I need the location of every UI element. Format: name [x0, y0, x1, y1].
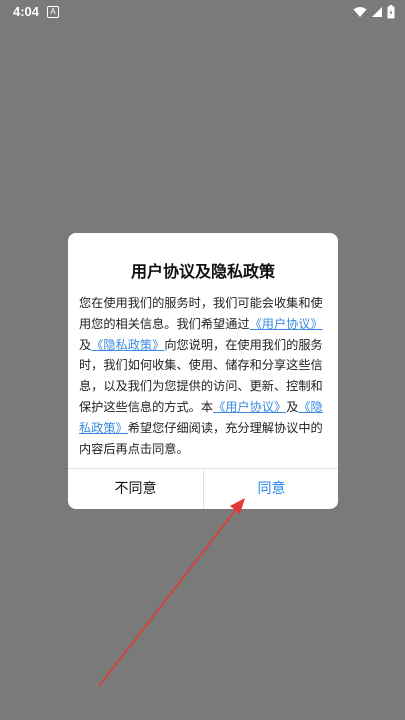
privacy-dialog: 用户协议及隐私政策 您在使用我们的服务时，我们可能会收集和使用您的相关信息。我们… — [68, 233, 338, 509]
dialog-body: 您在使用我们的服务时，我们可能会收集和使用您的相关信息。我们希望通过《用户协议》… — [79, 293, 327, 459]
agree-button[interactable]: 同意 — [204, 469, 338, 509]
body-text: 及 — [79, 337, 92, 352]
wifi-icon — [353, 7, 367, 17]
dialog-title: 用户协议及隐私政策 — [130, 262, 275, 281]
disagree-button[interactable]: 不同意 — [68, 469, 203, 509]
status-icons — [353, 4, 395, 20]
body-text: 及 — [286, 399, 299, 414]
policy-link[interactable]: 《隐私政策》 — [91, 338, 164, 352]
battery-icon — [387, 5, 395, 19]
status-time: 4:04 — [13, 4, 40, 19]
status-bar: 4:04 A — [0, 0, 405, 24]
signal-icon — [372, 7, 382, 17]
policy-link[interactable]: 《用户协议》 — [250, 317, 323, 331]
notification-icon: A — [47, 6, 59, 18]
policy-link[interactable]: 《用户协议》 — [213, 400, 286, 414]
